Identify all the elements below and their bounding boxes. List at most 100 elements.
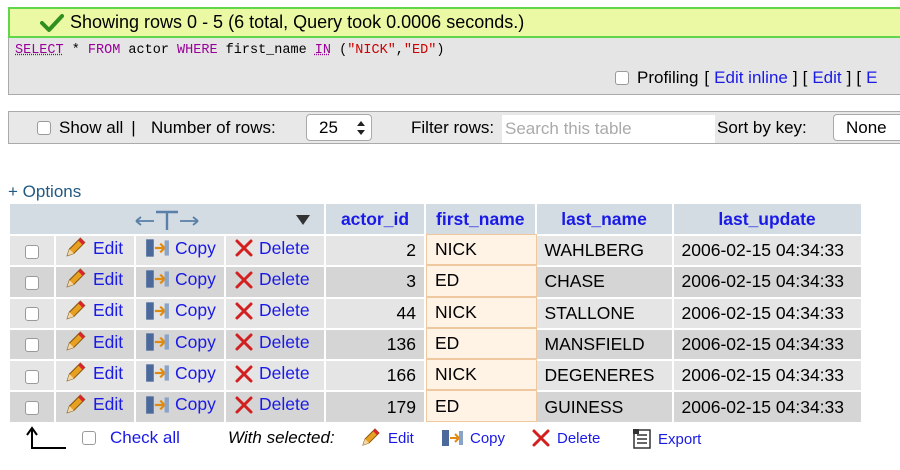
row-checkbox[interactable]	[25, 275, 39, 290]
check-all-checkbox[interactable]	[82, 431, 96, 445]
row-copy-button[interactable]: Copy	[144, 300, 216, 322]
cell-last-update[interactable]: 2006-02-15 04:34:33	[673, 296, 863, 328]
edit-inline-link[interactable]: Edit inline	[714, 68, 788, 88]
row-copy-cell: Copy	[136, 265, 226, 297]
row-edit-label: Edit	[93, 331, 124, 352]
row-checkbox[interactable]	[25, 307, 39, 322]
cell-first-name[interactable]: ED	[426, 390, 537, 422]
copy-icon	[146, 395, 169, 414]
options-link[interactable]: + Options	[8, 182, 81, 202]
cell-actor-id[interactable]: 2	[326, 234, 426, 266]
number-of-rows-select[interactable]: 25	[306, 114, 372, 141]
column-resize-arrows-icon[interactable]	[134, 210, 200, 232]
column-header-actor-id[interactable]: actor_id	[326, 204, 426, 234]
row-edit-button[interactable]: Edit	[64, 394, 123, 416]
pencil-icon	[66, 300, 86, 320]
cell-last-name[interactable]: GUINESS	[536, 390, 674, 422]
pencil-icon	[66, 268, 86, 288]
row-delete-button[interactable]: Delete	[234, 363, 310, 384]
row-delete-label: Delete	[259, 394, 310, 415]
row-checkbox[interactable]	[25, 338, 39, 353]
row-edit-button[interactable]: Edit	[64, 300, 123, 322]
show-all-checkbox[interactable]	[37, 121, 51, 135]
row-delete-button[interactable]: Delete	[234, 238, 310, 259]
cell-last-update[interactable]: 2006-02-15 04:34:33	[673, 359, 863, 391]
row-edit-cell: Edit	[56, 327, 136, 360]
row-delete-button[interactable]: Delete	[234, 300, 310, 321]
row-edit-cell: Edit	[56, 390, 136, 422]
cell-last-name[interactable]: STALLONE	[536, 296, 674, 328]
delete-x-icon	[235, 333, 253, 351]
number-of-rows-label: Number of rows:	[151, 118, 276, 137]
row-edit-button[interactable]: Edit	[64, 268, 123, 290]
row-copy-button[interactable]: Copy	[144, 331, 216, 353]
row-copy-cell: Copy	[136, 234, 226, 266]
row-edit-cell: Edit	[56, 296, 136, 328]
row-edit-button[interactable]: Edit	[64, 331, 123, 353]
cell-actor-id[interactable]: 166	[326, 359, 426, 391]
row-delete-button[interactable]: Delete	[234, 394, 310, 415]
check-all-link[interactable]: Check all	[110, 428, 180, 448]
row-edit-cell: Edit	[56, 234, 136, 266]
row-copy-label: Copy	[175, 331, 216, 352]
sql-keyword[interactable]: IN	[315, 43, 331, 58]
cell-last-name[interactable]: WAHLBERG	[536, 234, 674, 266]
column-header-last-update[interactable]: last_update	[673, 204, 863, 234]
edit-query-link[interactable]: Edit	[812, 68, 841, 88]
row-edit-button[interactable]: Edit	[64, 237, 123, 259]
sql-keyword[interactable]: SELECT	[15, 43, 64, 58]
table-row: Edit Copy Delete 2 NICK WAHLBERG 2006-02-15 04…	[10, 234, 863, 266]
bulk-export-button[interactable]: Export	[632, 428, 701, 450]
row-delete-cell: Delete	[226, 327, 326, 360]
cell-actor-id[interactable]: 3	[326, 265, 426, 297]
bulk-delete-button[interactable]: Delete	[531, 428, 600, 448]
row-copy-button[interactable]: Copy	[144, 268, 216, 290]
row-delete-cell: Delete	[226, 359, 326, 391]
row-copy-button[interactable]: Copy	[144, 237, 216, 259]
row-checkbox[interactable]	[25, 244, 39, 259]
explain-link[interactable]: E	[866, 68, 877, 88]
number-of-rows-value: 25	[319, 117, 338, 137]
cell-actor-id[interactable]: 44	[326, 296, 426, 328]
column-header-last-name[interactable]: last_name	[536, 204, 674, 234]
cell-first-name[interactable]: NICK	[426, 234, 537, 266]
sql-token: actor	[120, 43, 178, 58]
row-checkbox[interactable]	[25, 369, 39, 384]
row-edit-label: Edit	[93, 268, 124, 289]
copy-icon	[442, 430, 463, 446]
profiling-checkbox[interactable]	[615, 71, 629, 85]
sort-by-key-select[interactable]: None	[833, 114, 900, 141]
profiling-label: Profiling	[637, 68, 699, 87]
row-delete-button[interactable]: Delete	[234, 332, 310, 353]
column-header-first-name[interactable]: first_name	[426, 204, 537, 234]
row-copy-label: Copy	[175, 268, 216, 289]
sql-token: ,	[395, 43, 404, 58]
cell-first-name[interactable]: NICK	[426, 359, 537, 391]
cell-first-name[interactable]: ED	[426, 327, 537, 360]
filter-rows-input[interactable]	[502, 115, 715, 143]
row-checkbox[interactable]	[25, 401, 39, 415]
row-copy-button[interactable]: Copy	[144, 394, 216, 416]
cell-last-update[interactable]: 2006-02-15 04:34:33	[673, 234, 863, 266]
copy-icon	[146, 333, 169, 351]
cell-last-name[interactable]: CHASE	[536, 265, 674, 297]
row-copy-cell: Copy	[136, 359, 226, 391]
cell-last-update[interactable]: 2006-02-15 04:34:33	[673, 390, 863, 422]
copy-icon	[146, 239, 169, 257]
row-edit-label: Edit	[93, 394, 124, 415]
show-all-label[interactable]: Show all	[59, 118, 123, 138]
cell-actor-id[interactable]: 136	[326, 327, 426, 360]
row-delete-button[interactable]: Delete	[234, 269, 310, 290]
row-edit-button[interactable]: Edit	[64, 362, 123, 384]
cell-first-name[interactable]: ED	[426, 265, 537, 297]
cell-last-update[interactable]: 2006-02-15 04:34:33	[673, 327, 863, 360]
cell-first-name[interactable]: NICK	[426, 296, 537, 328]
bulk-edit-button[interactable]: Edit	[360, 428, 414, 448]
cell-last-name[interactable]: MANSFIELD	[536, 327, 674, 360]
cell-last-update[interactable]: 2006-02-15 04:34:33	[673, 265, 863, 297]
bulk-copy-button[interactable]: Copy	[440, 428, 505, 448]
dropdown-triangle-icon[interactable]	[295, 214, 311, 226]
cell-actor-id[interactable]: 179	[326, 390, 426, 422]
cell-last-name[interactable]: DEGENERES	[536, 359, 674, 391]
row-copy-button[interactable]: Copy	[144, 362, 216, 384]
